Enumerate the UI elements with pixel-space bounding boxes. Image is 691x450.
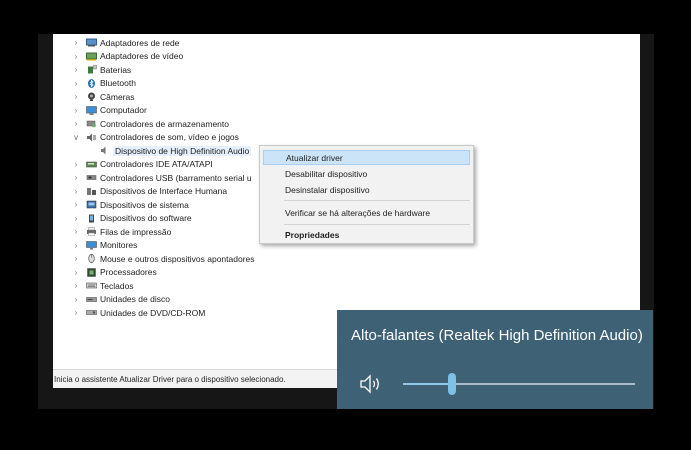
chevron-right-icon[interactable]: › [72, 239, 80, 252]
tree-category[interactable]: › Controladores IDE ATA/ATAPI [72, 158, 213, 171]
menu-separator [284, 200, 470, 201]
volume-slider-fill [403, 383, 452, 385]
menu-separator [284, 224, 470, 225]
chevron-right-icon[interactable]: › [72, 104, 80, 117]
tree-category[interactable]: › Dispositivos do software [72, 212, 192, 225]
tree-category[interactable]: › Filas de impressão [72, 225, 172, 238]
tree-category[interactable]: › Unidades de disco [72, 293, 170, 306]
chevron-right-icon[interactable]: › [72, 306, 80, 319]
mouse-icon [86, 254, 97, 263]
status-text: Inicia o assistente Atualizar Driver par… [54, 374, 286, 384]
chevron-right-icon[interactable]: › [72, 225, 80, 238]
usb-controller-icon [86, 173, 97, 182]
audio-device-icon [99, 146, 110, 155]
print-queue-icon [86, 227, 97, 236]
system-device-icon [86, 200, 97, 209]
tree-child-item[interactable]: Dispositivo de High Definition Audio [89, 144, 252, 157]
tree-category[interactable]: › Processadores [72, 266, 157, 279]
tree-item-label: Teclados [100, 280, 134, 291]
disk-drive-icon [86, 295, 97, 304]
chevron-right-icon[interactable]: › [72, 293, 80, 306]
chevron-right-icon[interactable]: › [72, 90, 80, 103]
chevron-right-icon[interactable]: › [72, 50, 80, 63]
network-adapter-icon [86, 38, 97, 47]
volume-slider-track[interactable] [403, 383, 635, 385]
battery-icon [86, 65, 97, 74]
tree-category[interactable]: › Controladores USB (barramento serial u [72, 171, 252, 184]
camera-icon [86, 92, 97, 101]
tree-item-label: Câmeras [100, 91, 135, 102]
bluetooth-icon [86, 78, 97, 88]
tree-item-label: Dispositivos do software [100, 213, 192, 223]
tree-item-label: Adaptadores de vídeo [100, 51, 184, 61]
chevron-right-icon[interactable]: › [72, 198, 80, 211]
tree-category[interactable]: › Teclados [72, 279, 134, 292]
sound-controller-icon [86, 133, 97, 142]
chevron-right-icon[interactable]: › [72, 252, 80, 265]
menu-item-desinstalar-dispositivo[interactable]: Desinstalar dispositivo [263, 182, 470, 197]
volume-flyout: Alto-falantes (Realtek High Definition A… [337, 310, 653, 409]
menu-item-desabilitar-dispositivo[interactable]: Desabilitar dispositivo [263, 166, 470, 181]
chevron-right-icon[interactable]: › [72, 117, 80, 130]
display-adapter-icon [86, 52, 97, 61]
tree-category[interactable]: › Dispositivos de Interface Humana [72, 185, 227, 198]
chevron-down-icon[interactable]: ∨ [72, 131, 80, 144]
chevron-right-icon[interactable]: › [72, 158, 80, 171]
software-device-icon [86, 214, 97, 223]
tree-item-label: Filas de impressão [100, 226, 172, 237]
tree-item-label: Unidades de DVD/CD-ROM [100, 307, 206, 318]
menu-item-verificar-se-ha-alteracoes-de-hardware[interactable]: Verificar se há alterações de hardware [263, 205, 470, 220]
tree-category[interactable]: › Adaptadores de rede [72, 36, 180, 49]
tree-category[interactable]: ∨ Controladores de som, vídeo e jogos [72, 131, 239, 144]
tree-item-label: Unidades de disco [100, 294, 170, 304]
chevron-right-icon[interactable]: › [72, 36, 80, 49]
menu-item-propriedades[interactable]: Propriedades [263, 227, 470, 242]
hid-icon [86, 187, 97, 196]
tree-item-label: Bluetooth [100, 78, 136, 88]
chevron-right-icon[interactable]: › [72, 185, 80, 198]
ide-controller-icon [86, 160, 97, 169]
tree-item-label: Dispositivos de sistema [100, 199, 189, 210]
tree-item-label: Computador [100, 105, 147, 115]
chevron-right-icon[interactable]: › [72, 171, 80, 184]
tree-category[interactable]: › Mouse e outros dispositivos apontadores [72, 252, 255, 265]
storage-controller-icon [86, 119, 97, 128]
tree-category[interactable]: › Controladores de armazenamento [72, 117, 229, 130]
monitor-icon [86, 240, 97, 250]
tree-category[interactable]: › Dispositivos de sistema [72, 198, 189, 211]
tree-item-label: Baterias [100, 64, 132, 75]
context-menu: Atualizar driver Desabilitar dispositivo D… [259, 145, 474, 244]
tree-item-label: Processadores [100, 267, 157, 277]
tree-category[interactable]: › Monitores [72, 239, 138, 252]
volume-slider-thumb[interactable] [447, 373, 456, 395]
chevron-right-icon[interactable]: › [72, 63, 80, 76]
tree-category[interactable]: › Bluetooth [72, 77, 136, 90]
tree-category[interactable]: › Computador [72, 104, 147, 117]
tree-item-label: Dispositivos de Interface Humana [100, 186, 228, 196]
tree-item-label: Mouse e outros dispositivos apontadores [100, 253, 255, 264]
tree-category[interactable]: › Unidades de DVD/CD-ROM [72, 306, 206, 319]
chevron-right-icon[interactable]: › [72, 266, 80, 279]
computer-icon [86, 105, 97, 115]
tree-category[interactable]: › Câmeras [72, 90, 135, 103]
speaker-icon[interactable] [359, 373, 385, 395]
chevron-right-icon[interactable]: › [72, 77, 80, 90]
tree-item-label: Adaptadores de rede [100, 37, 180, 48]
tree-item-label: Controladores de som, vídeo e jogos [100, 132, 239, 142]
tree-item-label: Monitores [100, 240, 138, 250]
audio-device-name: Alto-falantes (Realtek High Definition A… [351, 327, 643, 344]
tree-category[interactable]: › Baterias [72, 63, 132, 76]
tree-item-label: Controladores IDE ATA/ATAPI [100, 159, 213, 169]
processor-icon [86, 267, 97, 277]
tree-item-label: Dispositivo de High Definition Audio [113, 145, 252, 156]
tree-item-label: Controladores USB (barramento serial u [100, 172, 252, 183]
keyboard-icon [86, 281, 97, 290]
menu-item-atualizar-driver[interactable]: Atualizar driver [263, 150, 470, 165]
tree-category[interactable]: › Adaptadores de vídeo [72, 50, 184, 63]
chevron-right-icon[interactable]: › [72, 279, 80, 292]
dvd-drive-icon [86, 308, 97, 317]
chevron-right-icon[interactable]: › [72, 212, 80, 225]
tree-item-label: Controladores de armazenamento [100, 118, 229, 129]
